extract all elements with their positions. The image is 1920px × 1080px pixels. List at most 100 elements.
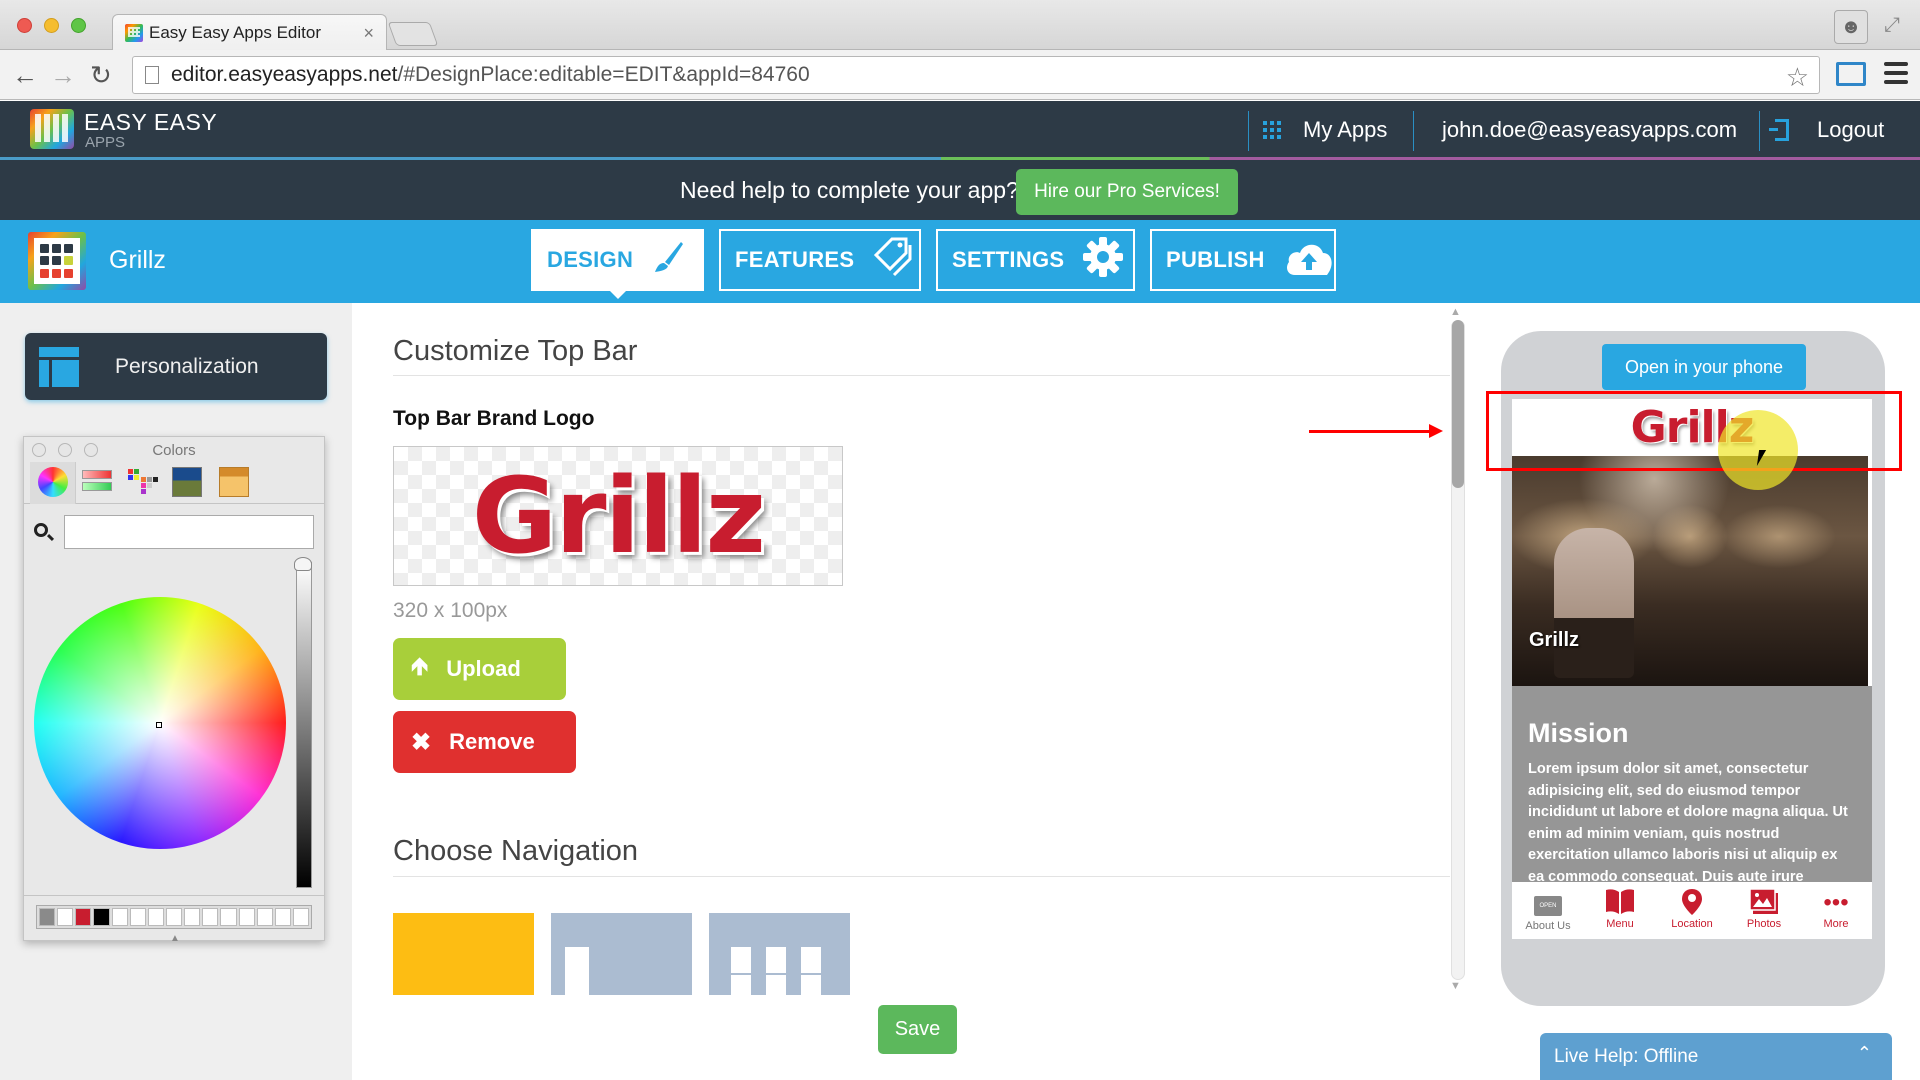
profile-icon[interactable]: ☻ <box>1834 10 1868 44</box>
logout-link[interactable]: Logout <box>1769 101 1885 159</box>
color-swatch[interactable] <box>39 908 56 926</box>
navigation-option-sidebar[interactable] <box>551 913 692 995</box>
tab-label: Menu <box>1606 918 1634 930</box>
colors-panel-titlebar[interactable]: Colors <box>24 437 324 462</box>
brightness-slider[interactable] <box>296 562 312 888</box>
color-swatch[interactable] <box>93 908 110 926</box>
brightness-slider-handle[interactable] <box>294 557 312 571</box>
color-swatch[interactable] <box>220 908 237 926</box>
chevron-up-icon[interactable]: ⌃ <box>1857 1043 1872 1064</box>
url-host: editor.easyeasyapps.net <box>171 63 398 86</box>
color-image-mode-icon[interactable] <box>172 467 202 497</box>
scroll-up-arrow-icon[interactable]: ▲ <box>1450 306 1461 318</box>
browser-tab[interactable]: Easy Easy Apps Editor × <box>112 14 387 51</box>
browser-menu-icon[interactable] <box>1884 62 1908 89</box>
color-swatch[interactable] <box>111 908 128 926</box>
color-swatch[interactable] <box>75 908 92 926</box>
page-icon <box>145 66 159 84</box>
open-in-phone-button[interactable]: Open in your phone <box>1602 344 1806 390</box>
color-swatch[interactable] <box>256 908 273 926</box>
tab-settings-label: SETTINGS <box>952 247 1065 272</box>
remove-button[interactable]: ✖ Remove <box>393 711 576 773</box>
upload-button[interactable]: 🡹 Upload <box>393 638 566 700</box>
color-swatch[interactable] <box>238 908 255 926</box>
forward-icon[interactable]: → <box>50 60 76 91</box>
tab-design[interactable]: DESIGN <box>531 229 704 299</box>
mission-section: Mission Lorem ipsum dolor sit amet, cons… <box>1512 686 1872 882</box>
user-email[interactable]: john.doe@easyeasyapps.com <box>1442 101 1737 159</box>
mission-body: Lorem ipsum dolor sit amet, consectetur … <box>1528 761 1848 882</box>
navigation-option-tabs-grid[interactable] <box>709 913 850 1001</box>
back-icon[interactable]: ← <box>12 60 38 91</box>
close-x-icon: ✖ <box>411 728 432 756</box>
annotation-highlight-box <box>1486 391 1902 471</box>
preview-tab-menu[interactable]: Menu <box>1584 882 1656 939</box>
logo-field-label: Top Bar Brand Logo <box>393 407 595 430</box>
brand-subtitle: APPS <box>85 134 126 151</box>
upload-label: Upload <box>446 656 521 681</box>
color-sliders-mode-icon[interactable] <box>82 467 112 497</box>
address-bar[interactable]: editor.easyeasyapps.net/#DesignPlace:edi… <box>132 56 1820 94</box>
color-swatch[interactable] <box>129 908 146 926</box>
color-swatch[interactable] <box>274 908 291 926</box>
photos-icon <box>1749 888 1779 918</box>
book-icon <box>1605 888 1635 918</box>
tab-title: Easy Easy Apps Editor <box>149 23 321 42</box>
preview-tab-photos[interactable]: Photos <box>1728 882 1800 939</box>
tab-close-icon[interactable]: × <box>363 23 374 44</box>
preview-tab-more[interactable]: ••• More <box>1800 882 1872 939</box>
my-apps-label: My Apps <box>1303 117 1388 142</box>
fullscreen-icon[interactable]: ⤢ <box>1884 14 1900 37</box>
sidebar-item-label: Personalization <box>115 355 259 378</box>
url-text[interactable]: editor.easyeasyapps.net/#DesignPlace:edi… <box>171 63 810 87</box>
app-header: EASY EASY APPS My Apps john.doe@easyeasy… <box>0 101 1920 159</box>
color-swatch[interactable] <box>184 908 201 926</box>
scroll-down-arrow-icon[interactable]: ▼ <box>1450 980 1461 992</box>
window-minimize-button[interactable] <box>44 18 59 33</box>
color-swatch[interactable] <box>165 908 183 926</box>
save-button[interactable]: Save <box>878 1005 957 1054</box>
logout-label: Logout <box>1817 117 1885 142</box>
resize-handle-icon[interactable]: ▲ <box>170 933 180 944</box>
color-wheel-marker[interactable] <box>156 722 162 728</box>
paintbrush-icon <box>651 240 685 280</box>
more-dots-icon: ••• <box>1823 889 1849 916</box>
color-crayons-mode-icon[interactable] <box>219 467 249 497</box>
bookmark-star-icon[interactable]: ☆ <box>1786 62 1809 93</box>
window-close-button[interactable] <box>17 18 32 33</box>
tab-features[interactable]: FEATURES <box>719 229 921 291</box>
color-swatch[interactable] <box>57 908 74 926</box>
preview-tab-location[interactable]: Location <box>1656 882 1728 939</box>
window-zoom-button[interactable] <box>71 18 86 33</box>
my-apps-link[interactable]: My Apps <box>1263 101 1387 159</box>
remove-label: Remove <box>449 729 535 754</box>
colors-divider <box>24 895 324 896</box>
gear-icon <box>1082 236 1124 284</box>
color-palettes-mode-icon[interactable] <box>127 467 158 497</box>
hire-pro-services-button[interactable]: Hire our Pro Services! <box>1016 169 1238 215</box>
new-tab-button[interactable] <box>387 22 439 46</box>
preview-tab-bar: OPEN About Us Menu Location Photos ••• M… <box>1512 882 1872 939</box>
color-mode-bar <box>24 462 324 504</box>
color-swatch[interactable] <box>292 908 310 926</box>
brand-logo-icon[interactable] <box>30 109 74 149</box>
scrollbar-thumb[interactable] <box>1452 320 1464 488</box>
live-help-widget[interactable]: Live Help: Offline ⌃ <box>1540 1033 1892 1080</box>
tab-label: More <box>1823 918 1849 930</box>
header-divider <box>1248 111 1249 151</box>
section-title: Customize Top Bar <box>393 335 638 367</box>
sidebar-item-personalization[interactable]: Personalization <box>25 333 327 400</box>
navigation-option-single[interactable] <box>393 913 534 995</box>
hero-caption: Grillz <box>1529 629 1580 651</box>
color-swatch[interactable] <box>202 908 219 926</box>
color-wheel-mode-icon[interactable] <box>38 467 68 497</box>
cast-icon[interactable] <box>1836 62 1866 86</box>
apps-grid-icon <box>1263 121 1281 139</box>
preview-tab-about-us[interactable]: OPEN About Us <box>1512 882 1584 939</box>
tab-publish[interactable]: PUBLISH <box>1150 229 1336 291</box>
logo-preview[interactable]: Grillz <box>393 446 843 586</box>
reload-icon[interactable]: ↻ <box>90 60 112 91</box>
tab-settings[interactable]: SETTINGS <box>936 229 1135 291</box>
color-swatch[interactable] <box>147 908 164 926</box>
color-search-input[interactable] <box>64 515 314 549</box>
